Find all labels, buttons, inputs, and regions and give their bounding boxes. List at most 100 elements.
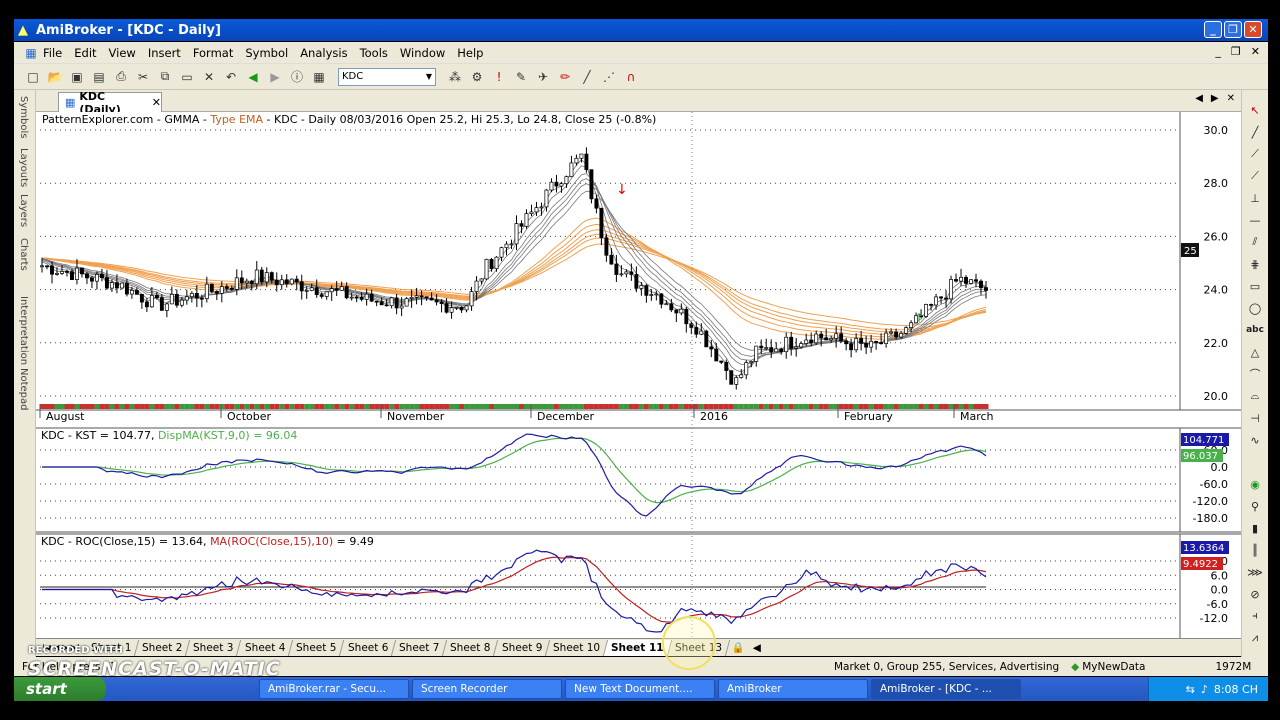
open-icon[interactable]: 📂 (46, 68, 64, 86)
extended-line-icon[interactable]: ⟋ (1247, 168, 1263, 184)
chart-area[interactable]: PatternExplorer.com - GMMA - Type EMA - … (36, 112, 1241, 638)
speed-icon[interactable]: ⊘ (1247, 586, 1263, 602)
fan-icon[interactable]: ⚲ (1247, 498, 1263, 514)
back-icon[interactable]: ◀ (244, 68, 262, 86)
formula-icon[interactable]: ✎ (512, 68, 530, 86)
sidebar-tab-layouts[interactable]: Layouts (18, 148, 29, 187)
channel-icon[interactable]: ⫽ (1247, 234, 1263, 250)
print-icon[interactable]: ⎙ (112, 68, 130, 86)
tab-prev-icon[interactable]: ◀ (1195, 93, 1203, 104)
sidebar-tab-notepad[interactable]: Notepad (18, 368, 29, 411)
text-icon[interactable]: abc (1246, 322, 1264, 338)
scan-icon[interactable]: ⚙ (468, 68, 486, 86)
save-all-icon[interactable]: ▤ (90, 68, 108, 86)
sheet-tab-8[interactable]: Sheet 8 (443, 639, 499, 656)
task-amibroker[interactable]: AmiBroker (718, 679, 868, 699)
sheet-tab-9[interactable]: Sheet 9 (494, 639, 551, 656)
triangle-icon[interactable]: △ (1247, 344, 1263, 360)
save-icon[interactable]: ▣ (68, 68, 86, 86)
menu-insert[interactable]: Insert (145, 46, 190, 60)
mdi-restore-button[interactable]: ❐ (1231, 45, 1241, 58)
rays-icon[interactable]: ⋙ (1247, 564, 1263, 580)
trend-bar-segment (69, 404, 75, 409)
fib-icon[interactable]: ⋕ (1247, 256, 1263, 272)
arc-icon[interactable]: ⌒ (1247, 366, 1263, 382)
task-screen-recorder[interactable]: Screen Recorder (412, 679, 562, 699)
forward-icon[interactable]: ▶ (266, 68, 284, 86)
magnet-icon[interactable]: ∩ (622, 68, 640, 86)
trend-bar-segment (708, 404, 714, 409)
sheet-tab-5[interactable]: Sheet 5 (288, 639, 345, 656)
menu-edit[interactable]: Edit (71, 46, 105, 60)
lock-icon[interactable]: 🔒 (728, 641, 749, 654)
info-icon[interactable]: ⓘ (288, 68, 306, 86)
dotted-line-icon[interactable]: ⋰ (600, 68, 618, 86)
month-label: 2016 (700, 410, 728, 423)
menu-format[interactable]: Format (190, 46, 243, 60)
volume-icon[interactable]: ♪ (1201, 683, 1208, 696)
symbol-combo[interactable]: KDC ▼ (338, 67, 436, 86)
color-icon[interactable]: ✏ (556, 68, 574, 86)
sheet-tab-6[interactable]: Sheet 6 (340, 639, 397, 656)
maximize-button[interactable]: ❐ (1224, 21, 1242, 38)
close-button[interactable]: ✕ (1244, 21, 1262, 38)
task-new-text-document[interactable]: New Text Document.... (565, 679, 715, 699)
minimize-button[interactable]: _ (1204, 21, 1222, 38)
paste-icon[interactable]: ▭ (178, 68, 196, 86)
trend-bar-segment (409, 404, 415, 409)
close-tab-icon[interactable]: ✕ (152, 96, 161, 109)
mdi-minimize-button[interactable]: _ (1215, 45, 1221, 58)
undo-icon[interactable]: ↶ (222, 68, 240, 86)
sidebar-tab-layers[interactable]: Layers (18, 194, 29, 227)
horizontal-line-icon[interactable]: — (1247, 212, 1263, 228)
menu-symbol[interactable]: Symbol (242, 46, 297, 60)
wave-icon[interactable]: ∿ (1247, 432, 1263, 448)
pattern-icon[interactable]: ⁂ (446, 68, 464, 86)
fork-icon[interactable]: ⊣ (1247, 410, 1263, 426)
scroll-left-icon[interactable]: ◀ (749, 642, 765, 654)
sheet-tab-10[interactable]: Sheet 10 (545, 639, 609, 656)
sidebar-tab-interpretation[interactable]: Interpretation (18, 296, 29, 365)
menu-view[interactable]: View (106, 46, 145, 60)
quote-icon[interactable]: ▦ (310, 68, 328, 86)
tab-close-icon[interactable]: ✕ (1227, 93, 1235, 104)
chart-tool-icon[interactable]: ✈ (534, 68, 552, 86)
copy-icon[interactable]: ⧉ (156, 68, 174, 86)
candle-body (789, 336, 794, 349)
menu-help[interactable]: Help (454, 46, 492, 60)
task-amibroker-rar[interactable]: AmiBroker.rar - Secu... (259, 679, 409, 699)
menu-tools[interactable]: Tools (357, 46, 397, 60)
sidebar-tab-charts[interactable]: Charts (18, 238, 29, 271)
vertical-line-icon[interactable]: ⊥ (1247, 190, 1263, 206)
alert-icon[interactable]: ! (490, 68, 508, 86)
menu-window[interactable]: Window (397, 46, 454, 60)
mdi-close-button[interactable]: ✕ (1251, 45, 1260, 58)
trend-bar-segment (279, 404, 285, 409)
green-marker-icon[interactable]: ◉ (1247, 476, 1263, 492)
zigzag-icon[interactable]: ⩘ (1247, 630, 1263, 646)
start-button[interactable]: start (14, 677, 106, 701)
menu-file[interactable]: File (40, 46, 71, 60)
sidebar-tab-symbols[interactable]: Symbols (18, 96, 29, 138)
tab-kdc-daily[interactable]: ▦ KDC (Daily) ✕ (58, 90, 162, 116)
sheet-tab-7[interactable]: Sheet 7 (391, 639, 448, 656)
cycle-icon[interactable]: ⌓ (1247, 388, 1263, 404)
pitch-icon[interactable]: ⫞ (1247, 608, 1263, 624)
delete-icon[interactable]: ✕ (200, 68, 218, 86)
trend-bar-segment (499, 404, 505, 409)
select-arrow-icon[interactable]: ↖ (1247, 102, 1263, 118)
task-amibroker-kdc[interactable]: AmiBroker - [KDC - ... (871, 679, 1021, 699)
new-icon[interactable]: □ (24, 68, 42, 86)
tab-next-icon[interactable]: ▶ (1211, 93, 1219, 104)
menu-analysis[interactable]: Analysis (297, 46, 356, 60)
rectangle-icon[interactable]: ▭ (1247, 278, 1263, 294)
trend-bar-segment (94, 404, 100, 409)
network-icon[interactable]: ⇆ (1186, 683, 1195, 696)
pen-icon[interactable]: ╱ (578, 68, 596, 86)
trendline-icon[interactable]: ╱ (1247, 124, 1263, 140)
cut-icon[interactable]: ✂ (134, 68, 152, 86)
ray-icon[interactable]: ⟋ (1247, 146, 1263, 162)
bars-tool-icon[interactable]: ║ (1247, 542, 1263, 558)
bar-tool-icon[interactable]: ▮ (1247, 520, 1263, 536)
ellipse-icon[interactable]: ◯ (1247, 300, 1263, 316)
